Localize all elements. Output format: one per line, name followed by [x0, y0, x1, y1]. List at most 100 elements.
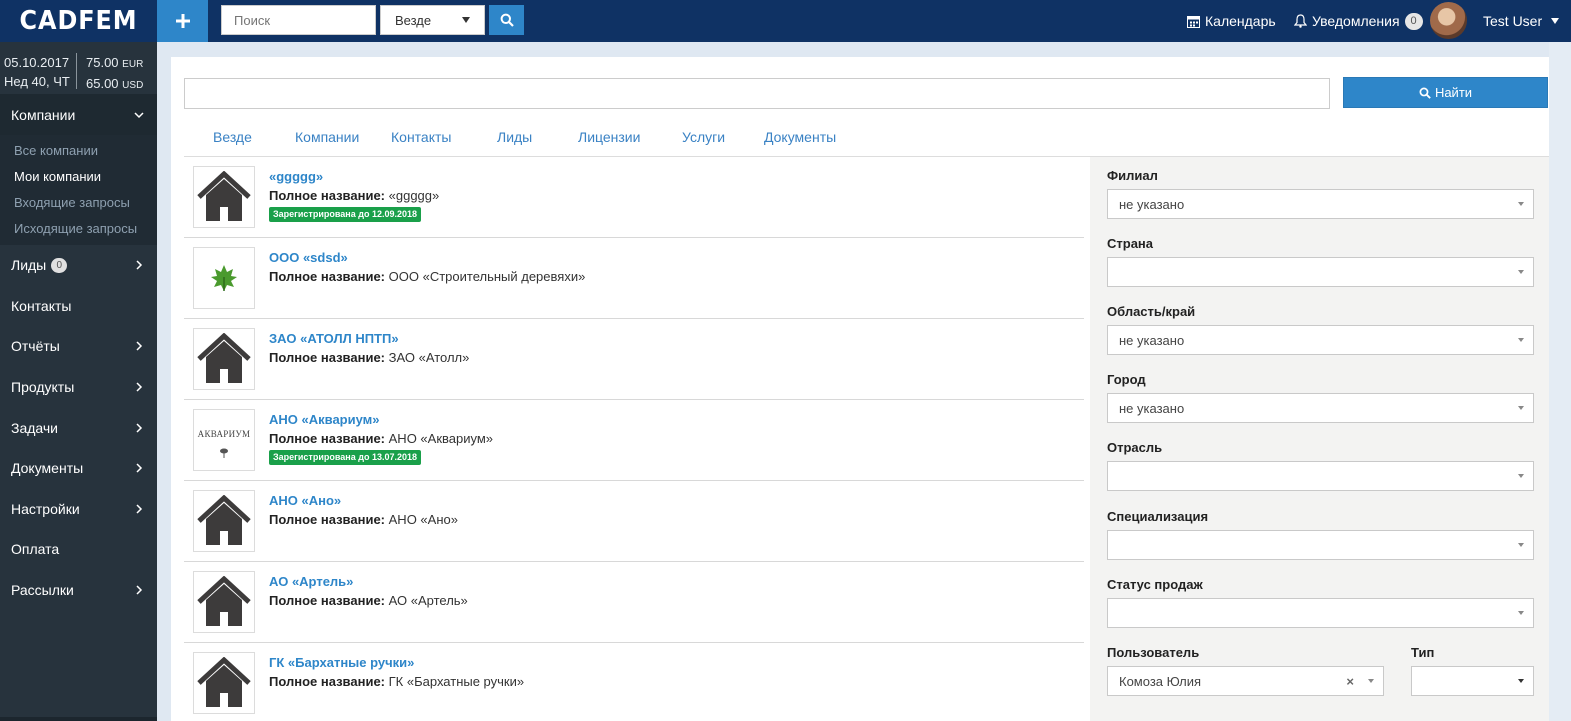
company-name-link[interactable]: ЗАО «АТОЛЛ НПТП»	[269, 331, 399, 346]
sidebar-item-label: Рассылки	[11, 582, 74, 599]
sidebar-item-companies[interactable]: Компании	[0, 94, 157, 135]
sidebar-item-label: Лиды	[11, 257, 47, 274]
company-full-name: Полное название: ООО «Строительный дерев…	[269, 269, 586, 284]
company-full-name: Полное название: АНО «Ано»	[269, 512, 458, 527]
filter-label-user: Пользователь	[1107, 645, 1200, 660]
chevron-right-icon	[136, 341, 143, 352]
country-select[interactable]	[1107, 257, 1534, 287]
filter-label-city: Город	[1107, 372, 1146, 387]
tab-documents[interactable]: Документы	[764, 117, 836, 157]
sidebar-item-payment[interactable]: Оплата	[0, 529, 157, 570]
company-name-link[interactable]: АНО «Аквариум»	[269, 412, 380, 427]
tab-licenses[interactable]: Лицензии	[578, 117, 640, 157]
caret-down-icon	[1518, 406, 1524, 410]
global-search-input[interactable]	[221, 5, 376, 35]
list-item[interactable]: АКВАРИУМ АНО «Аквариум» Полное название:…	[184, 400, 1084, 481]
add-button[interactable]	[157, 0, 208, 42]
company-logo	[193, 490, 255, 552]
region-select-value: не указано	[1119, 332, 1185, 348]
find-button[interactable]: Найти	[1343, 77, 1548, 108]
cadfem-logo[interactable]: CADFEM	[6, 0, 150, 42]
sidebar-item-label: Настройки	[11, 500, 80, 517]
global-search-button[interactable]	[489, 5, 524, 35]
chevron-down-icon	[134, 111, 144, 118]
company-logo: АКВАРИУМ	[193, 409, 255, 471]
branch-select[interactable]: не указано	[1107, 189, 1534, 219]
company-full-name: Полное название: АНО «Аквариум»	[269, 431, 494, 446]
info-divider	[76, 53, 77, 89]
calendar-label: Календарь	[1205, 13, 1276, 29]
search-scope-value: Везде	[395, 12, 432, 28]
city-select[interactable]: не указано	[1107, 393, 1534, 423]
caret-down-icon	[1518, 679, 1524, 683]
notifications-link[interactable]: Уведомления 0	[1294, 0, 1423, 42]
user-select[interactable]: Комоза Юлия ×	[1107, 666, 1384, 696]
submenu-my-companies[interactable]: Мои компании	[0, 163, 157, 189]
list-item[interactable]: АО «Артель» Полное название: АО «Артель»	[184, 562, 1084, 643]
sidebar-item-documents[interactable]: Документы	[0, 448, 157, 489]
caret-down-icon	[1518, 474, 1524, 478]
list-item[interactable]: ЗАО «АТОЛЛ НПТП» Полное название: ЗАО «А…	[184, 319, 1084, 400]
user-select-value: Комоза Юлия	[1119, 673, 1202, 689]
specialization-select[interactable]	[1107, 530, 1534, 560]
region-select[interactable]: не указано	[1107, 325, 1534, 355]
search-icon	[1419, 87, 1431, 99]
clear-icon[interactable]: ×	[1346, 674, 1354, 689]
company-name-link[interactable]: АО «Артель»	[269, 574, 353, 589]
avatar[interactable]	[1430, 2, 1467, 39]
sidebar-item-contacts[interactable]: Контакты	[0, 286, 157, 327]
date-currency-info: 05.10.2017 Нед 40, ЧТ 75.00 EUR 65.00 US…	[0, 42, 157, 94]
list-item[interactable]: ГК «Бархатные ручки» Полное название: ГК…	[184, 643, 1084, 721]
company-name-link[interactable]: ООО «sdsd»	[269, 250, 348, 265]
company-search-input[interactable]	[184, 78, 1330, 109]
main-panel: Найти Везде Компании Контакты Лиды Лицен…	[171, 57, 1549, 721]
tab-companies[interactable]: Компании	[295, 117, 359, 157]
leads-count-badge: 0	[51, 257, 68, 273]
chevron-right-icon	[136, 463, 143, 473]
sidebar-item-products[interactable]: Продукты	[0, 367, 157, 408]
registration-badge: Зарегистрирована до 13.07.2018	[269, 450, 421, 465]
eur-rate: 75.00	[86, 55, 119, 70]
caret-down-icon	[1518, 543, 1524, 547]
sidebar-item-label: Компании	[11, 106, 76, 123]
caret-down-icon	[1368, 679, 1374, 683]
tab-services[interactable]: Услуги	[682, 117, 725, 157]
tab-contacts[interactable]: Контакты	[391, 117, 451, 157]
submenu-all-companies[interactable]: Все компании	[0, 137, 157, 163]
city-select-value: не указано	[1119, 400, 1185, 416]
list-item[interactable]: АНО «Ано» Полное название: АНО «Ано»	[184, 481, 1084, 562]
type-select[interactable]	[1411, 666, 1534, 696]
sidebar-item-tasks[interactable]: Задачи	[0, 407, 157, 448]
sidebar-item-mailings[interactable]: Рассылки	[0, 570, 157, 611]
search-scope-select[interactable]: Везде	[380, 5, 485, 35]
caret-down-icon	[1518, 202, 1524, 206]
sidebar-item-settings[interactable]: Настройки	[0, 489, 157, 530]
calendar-link[interactable]: Календарь	[1187, 0, 1276, 42]
company-logo	[193, 328, 255, 390]
sidebar-item-label: Контакты	[11, 297, 72, 314]
company-logo	[193, 166, 255, 228]
filter-label-country: Страна	[1107, 236, 1154, 251]
sales-status-select[interactable]	[1107, 598, 1534, 628]
submenu-incoming-requests[interactable]: Входящие запросы	[0, 189, 157, 215]
list-item[interactable]: ООО «sdsd» Полное название: ООО «Строите…	[184, 238, 1084, 319]
filter-label-specialization: Специализация	[1107, 509, 1209, 524]
plus-icon	[175, 14, 190, 28]
list-item[interactable]: «ggggg» Полное название: «ggggg» Зарегис…	[184, 157, 1084, 238]
search-icon	[500, 13, 514, 27]
sidebar-item-leads[interactable]: Лиды 0	[0, 245, 157, 286]
company-name-link[interactable]: АНО «Ано»	[269, 493, 341, 508]
sidebar-item-label: Оплата	[11, 541, 60, 558]
caret-down-icon	[1518, 270, 1524, 274]
tab-everywhere[interactable]: Везде	[213, 117, 252, 157]
find-button-label: Найти	[1434, 85, 1473, 100]
house-icon	[197, 171, 251, 221]
industry-select[interactable]	[1107, 461, 1534, 491]
sidebar-item-reports[interactable]: Отчёты	[0, 326, 157, 367]
user-menu[interactable]: Test User	[1483, 0, 1560, 42]
company-name-link[interactable]: «ggggg»	[269, 169, 323, 184]
submenu-outgoing-requests[interactable]: Исходящие запросы	[0, 215, 157, 241]
caret-down-icon	[1518, 611, 1524, 615]
tab-leads[interactable]: Лиды	[497, 117, 532, 157]
company-name-link[interactable]: ГК «Бархатные ручки»	[269, 655, 414, 670]
